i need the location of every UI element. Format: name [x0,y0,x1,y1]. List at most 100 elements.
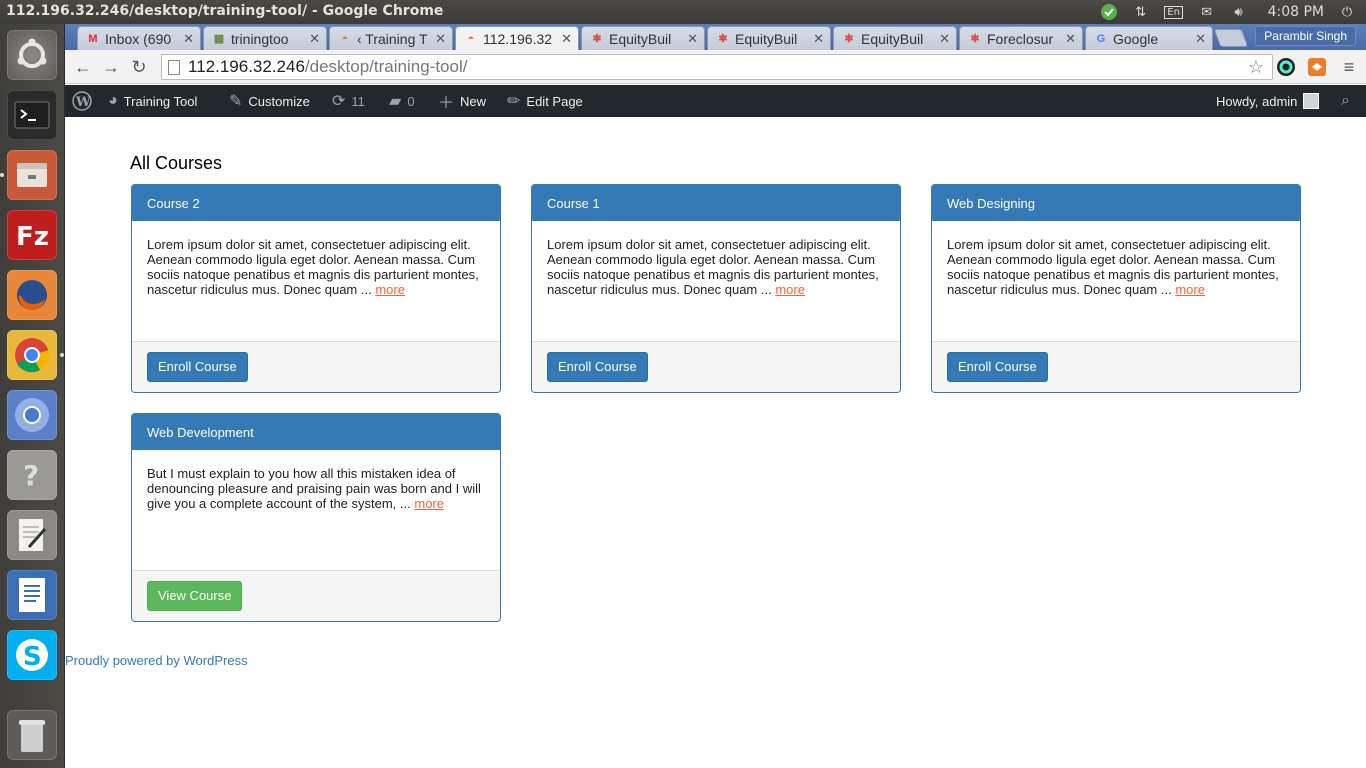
keyboard-icon[interactable]: En [1164,3,1184,21]
extension-color-icon[interactable] [1276,57,1296,77]
tab-google[interactable]: G Google ✕ [1085,26,1213,50]
comments-link[interactable]: ▰ 0 [389,85,415,117]
close-icon[interactable]: ✕ [561,31,572,47]
firefox-icon[interactable] [7,270,57,320]
course-title: Course 2 [132,185,500,221]
tab-training-tool-admin[interactable]: ◓ ‹ Training T ✕ [329,26,453,50]
close-icon[interactable]: ✕ [1065,31,1076,47]
close-icon[interactable]: ✕ [435,31,446,47]
more-link[interactable]: more [775,282,805,297]
customize-link[interactable]: ✎ Customize [229,85,310,117]
tab-triningtool[interactable]: ▦ triningtoo ✕ [203,26,327,50]
ubuntu-dash-icon[interactable] [7,30,57,80]
browser-toolbar: ← → ↻ 112.196.32.246/desktop/training-to… [65,50,1366,84]
comments-count: 0 [407,93,415,109]
tab-gmail[interactable]: M Inbox (690 ✕ [77,26,201,50]
footer-credit-link[interactable]: Proudly powered by WordPress [65,653,248,668]
tab-label: Google [1113,30,1159,47]
launcher-active-indicator [60,353,64,357]
wp-icon: ▦ [213,33,225,45]
system-tray: ⇅ En ✉ 🔊︎ 4:08 PM ⏻ [1100,0,1356,24]
tab-label: 112.196.32 [483,30,553,47]
gmail-icon: M [88,32,98,45]
help-icon[interactable]: ? [7,450,57,500]
site-name-menu[interactable]: ◕ Training Tool [108,85,197,117]
power-icon[interactable]: ⏻ [1338,3,1356,21]
enroll-course-button[interactable]: Enroll Course [547,352,648,382]
close-icon[interactable]: ✕ [813,31,824,47]
chromium-icon[interactable] [7,390,57,440]
tab-equitybuild-2[interactable]: ✱ EquityBuil ✕ [707,26,831,50]
new-tab-button[interactable] [1213,29,1249,47]
google-icon: G [1096,32,1106,45]
more-link[interactable]: more [375,282,405,297]
svg-text:Fz: Fz [16,222,49,252]
forward-icon[interactable]: → [101,57,121,77]
network-icon[interactable]: ⇅ [1132,3,1150,21]
new-content-menu[interactable]: ＋ New [438,85,486,117]
profile-button[interactable]: Parambir Singh [1255,26,1356,46]
trash-icon[interactable] [7,710,57,760]
wp-admin-bar: W ◕ Training Tool ✎ Customize ⟳ 11 ▰ 0 ＋… [65,85,1366,117]
course-excerpt: Lorem ipsum dolor sit amet, consectetuer… [932,221,1300,342]
close-icon[interactable]: ✕ [309,31,320,47]
mail-icon[interactable]: ✉ [1198,3,1216,21]
chrome-icon[interactable] [7,330,57,380]
customize-label: Customize [248,93,310,109]
libreoffice-writer-icon[interactable] [7,570,57,620]
card-footer: Enroll Course [932,341,1300,392]
card-footer: Enroll Course [532,341,900,392]
volume-icon[interactable]: 🔊︎ [1230,3,1248,21]
close-icon[interactable]: ✕ [183,31,194,47]
tab-active[interactable]: ◓ 112.196.32 ✕ [455,26,579,50]
tab-foreclosure[interactable]: ✱ Foreclosur ✕ [959,26,1083,50]
comment-icon: ▰ [389,93,402,110]
files-icon[interactable] [7,150,57,200]
excerpt-text: Lorem ipsum dolor sit amet, consectetuer… [147,237,479,297]
enroll-course-button[interactable]: Enroll Course [147,352,248,382]
updates-icon: ⟳ [332,93,346,110]
skype-icon[interactable]: S [7,630,57,680]
joomla-icon: ✱ [718,33,728,45]
excerpt-text: Lorem ipsum dolor sit amet, consectetuer… [547,237,879,297]
view-course-button[interactable]: View Course [147,581,243,611]
course-excerpt: But I must explain to you how all this m… [132,450,500,571]
reload-icon[interactable]: ↻ [129,57,149,77]
terminal-icon[interactable] [7,90,57,140]
updates-link[interactable]: ⟳ 11 [332,85,365,117]
course-card: Course 2 Lorem ipsum dolor sit amet, con… [131,184,501,393]
dashboard-icon: ◕ [108,92,118,109]
close-icon[interactable]: ✕ [939,31,950,47]
filezilla-icon[interactable]: Fz [7,210,57,260]
tab-label: EquityBuil [609,30,672,47]
enroll-course-button[interactable]: Enroll Course [947,352,1048,382]
wp-logo-menu[interactable]: W [72,85,92,117]
admin-search[interactable]: ⌕ [1341,85,1350,117]
my-account-menu[interactable]: Howdy, admin [1216,85,1320,117]
tab-equitybuild-1[interactable]: ✱ EquityBuil ✕ [581,26,705,50]
close-icon[interactable]: ✕ [1195,31,1206,47]
course-card: Web Development But I must explain to yo… [131,413,501,622]
tab-label: EquityBuil [735,30,798,47]
edit-page-link[interactable]: ✏ Edit Page [507,85,583,117]
more-link[interactable]: more [414,496,444,511]
tab-strip: M Inbox (690 ✕ ▦ triningtoo ✕ ◓ ‹ Traini… [65,24,1366,50]
site-name: Training Tool [123,93,198,109]
address-bar[interactable]: 112.196.32.246/desktop/training-tool/ ☆ [161,54,1273,80]
more-link[interactable]: more [1175,282,1205,297]
chrome-menu-icon[interactable]: ≡ [1339,57,1359,77]
close-icon[interactable]: ✕ [687,31,698,47]
clock[interactable]: 4:08 PM [1268,4,1324,20]
back-icon[interactable]: ← [73,57,93,77]
tab-label: ‹ Training T [357,30,428,47]
extension-orange-icon[interactable] [1307,57,1327,77]
new-label: New [460,93,487,109]
tab-label: EquityBuil [861,30,924,47]
plus-icon: ＋ [438,95,455,112]
text-editor-icon[interactable] [7,510,57,560]
bookmark-star-icon[interactable]: ☆ [1248,57,1264,78]
tab-equitybuild-3[interactable]: ✱ EquityBuil ✕ [833,26,957,50]
page-icon [168,59,180,75]
page-title: All Courses [130,153,223,173]
chrome-update-icon[interactable] [1100,3,1118,21]
